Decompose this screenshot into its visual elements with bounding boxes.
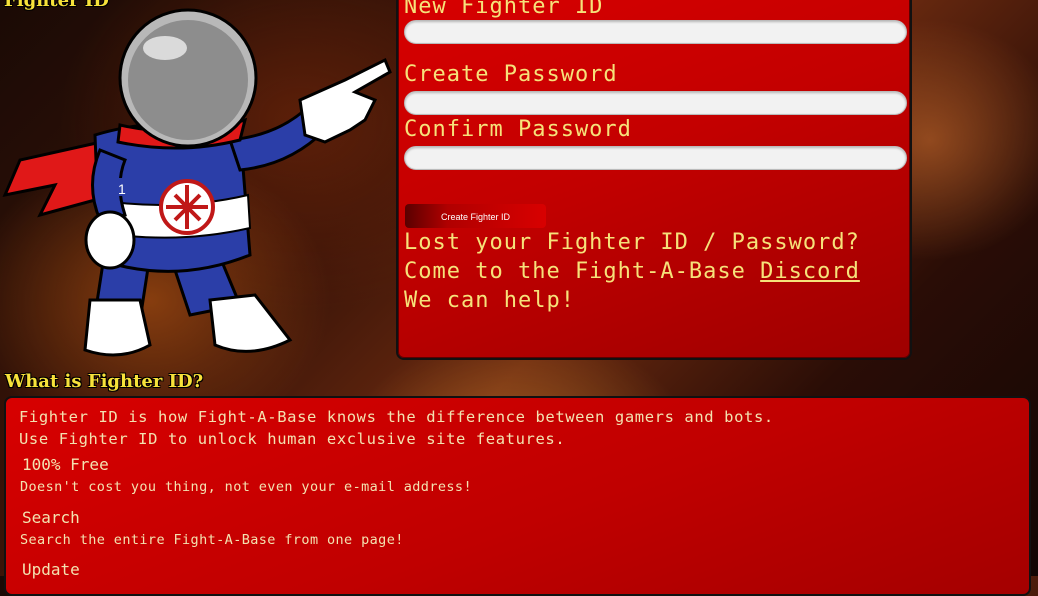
we-can-help-text: We can help! [404,288,575,313]
feature-title: 100% Free [22,455,109,474]
new-fighter-id-label: New Fighter ID [404,0,604,19]
confirm-password-label: Confirm Password [404,117,632,142]
mascot-left-boot [83,298,152,357]
create-fighter-id-button[interactable]: Create Fighter ID [405,204,546,228]
info-intro-1: Fighter ID is how Fight-A-Base knows the… [19,408,774,426]
info-panel: Fighter ID is how Fight-A-Base knows the… [4,396,1031,596]
info-intro-2: Use Fighter ID to unlock human exclusive… [19,430,566,448]
mascot-illustration: 1 [2,8,392,357]
discord-link[interactable]: Discord [760,259,860,284]
new-fighter-id-input[interactable] [404,20,907,44]
feature-description: Doesn't cost you thing, not even your e-… [20,479,472,495]
feature-description: Search the entire Fight-A-Base from one … [20,532,404,548]
info-heading: What is Fighter ID? [5,371,204,392]
create-password-label: Create Password [404,62,618,87]
confirm-password-input[interactable] [404,146,907,170]
feature-title: Update [22,560,80,579]
discord-help-line: Come to the Fight-A-Base Discord [404,259,860,284]
mascot-left-glove [84,210,136,270]
mascot-badge-number: 1 [118,181,126,197]
registration-panel: New Fighter ID Create Password Confirm P… [396,0,912,360]
mascot-pointing-hand [298,57,392,144]
discord-help-prefix: Come to the Fight-A-Base [404,259,761,284]
create-password-input[interactable] [404,91,907,115]
lost-credentials-text: Lost your Fighter ID / Password? [404,230,860,255]
feature-title: Search [22,508,80,527]
mascot-right-boot [208,293,293,353]
